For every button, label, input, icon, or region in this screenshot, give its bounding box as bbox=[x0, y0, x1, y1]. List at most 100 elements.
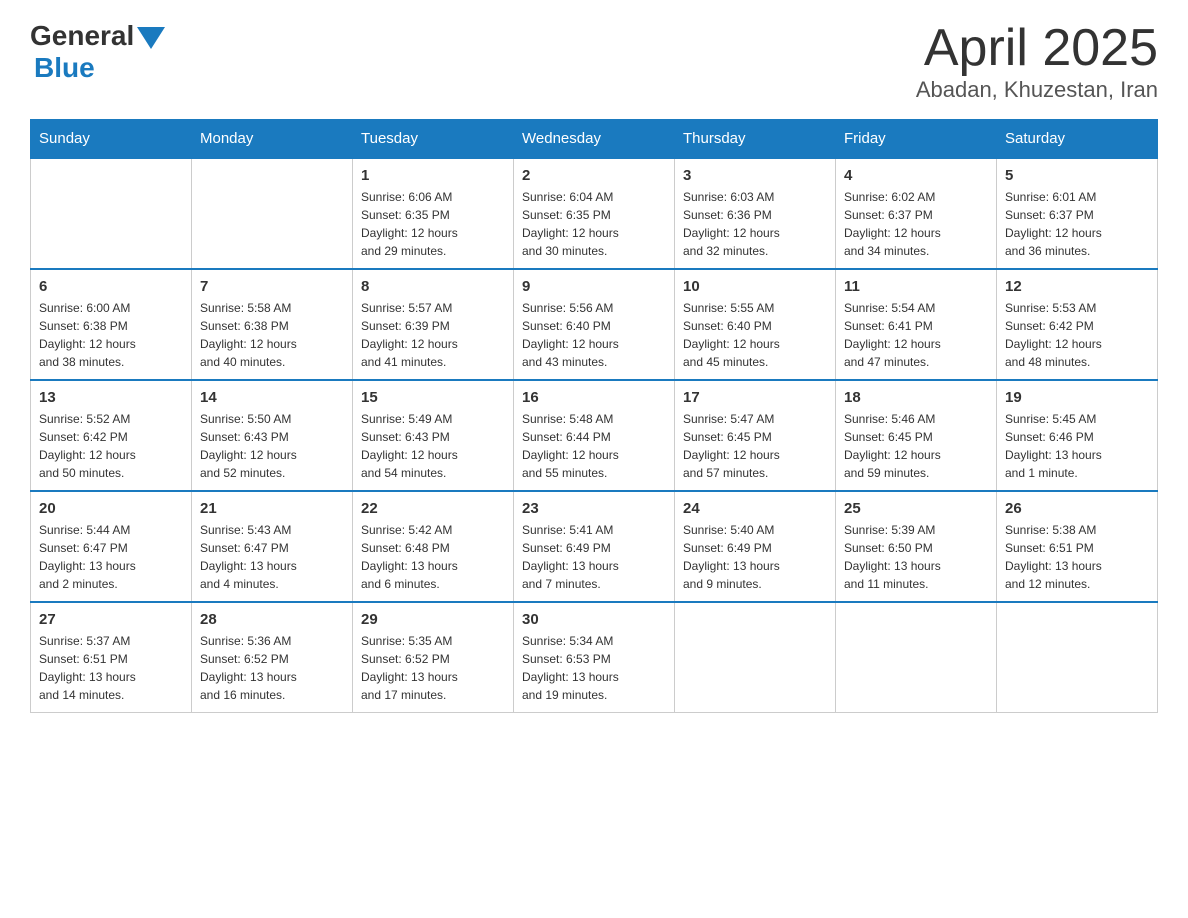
day-number: 1 bbox=[361, 167, 505, 184]
week-row-3: 13 Sunrise: 5:52 AMSunset: 6:42 PMDayligh… bbox=[31, 380, 1158, 491]
col-saturday: Saturday bbox=[997, 120, 1158, 159]
day-number: 16 bbox=[522, 389, 666, 406]
day-number: 15 bbox=[361, 389, 505, 406]
calendar-cell-w3-d1: 13 Sunrise: 5:52 AMSunset: 6:42 PMDayligh… bbox=[31, 380, 192, 491]
calendar-cell-w4-d7: 26Sunrise: 5:38 AMSunset: 6:51 PMDayligh… bbox=[997, 491, 1158, 602]
day-info: Sunrise: 5:40 AMSunset: 6:49 PMDaylight:… bbox=[683, 521, 827, 593]
calendar-cell-w4-d6: 25 Sunrise: 5:39 AMSunset: 6:50 PMDayligh… bbox=[836, 491, 997, 602]
day-info: Sunrise: 5:44 AMSunset: 6:47 PMDaylight:… bbox=[39, 521, 183, 593]
calendar-cell-w1-d7: 5Sunrise: 6:01 AMSunset: 6:37 PMDaylight… bbox=[997, 158, 1158, 269]
day-number: 18 bbox=[844, 389, 988, 406]
day-number: 8 bbox=[361, 278, 505, 295]
day-info: Sunrise: 5:36 AMSunset: 6:52 PMDaylight:… bbox=[200, 632, 344, 704]
calendar-cell-w5-d2: 28 Sunrise: 5:36 AMSunset: 6:52 PMDayligh… bbox=[192, 602, 353, 713]
calendar-cell-w2-d3: 8 Sunrise: 5:57 AMSunset: 6:39 PMDaylight… bbox=[353, 269, 514, 380]
calendar-cell-w1-d4: 2Sunrise: 6:04 AMSunset: 6:35 PMDaylight… bbox=[514, 158, 675, 269]
calendar-cell-w2-d6: 11Sunrise: 5:54 AMSunset: 6:41 PMDayligh… bbox=[836, 269, 997, 380]
logo-triangle-icon bbox=[137, 27, 165, 49]
col-wednesday: Wednesday bbox=[514, 120, 675, 159]
calendar-cell-w3-d2: 14 Sunrise: 5:50 AMSunset: 6:43 PMDayligh… bbox=[192, 380, 353, 491]
day-info: Sunrise: 6:03 AMSunset: 6:36 PMDaylight:… bbox=[683, 188, 827, 260]
day-number: 9 bbox=[522, 278, 666, 295]
calendar-cell-w2-d2: 7 Sunrise: 5:58 AMSunset: 6:38 PMDaylight… bbox=[192, 269, 353, 380]
day-number: 3 bbox=[683, 167, 827, 184]
day-info: Sunrise: 5:58 AMSunset: 6:38 PMDaylight:… bbox=[200, 299, 344, 371]
day-info: Sunrise: 5:50 AMSunset: 6:43 PMDaylight:… bbox=[200, 410, 344, 482]
day-number: 7 bbox=[200, 278, 344, 295]
calendar-cell-w2-d5: 10 Sunrise: 5:55 AMSunset: 6:40 PMDayligh… bbox=[675, 269, 836, 380]
col-tuesday: Tuesday bbox=[353, 120, 514, 159]
calendar-cell-w1-d2 bbox=[192, 158, 353, 269]
day-number: 23 bbox=[522, 500, 666, 517]
calendar-cell-w3-d4: 16Sunrise: 5:48 AMSunset: 6:44 PMDayligh… bbox=[514, 380, 675, 491]
logo: General Blue bbox=[30, 20, 165, 84]
day-number: 25 bbox=[844, 500, 988, 517]
calendar-cell-w3-d3: 15 Sunrise: 5:49 AMSunset: 6:43 PMDayligh… bbox=[353, 380, 514, 491]
calendar-cell-w1-d1 bbox=[31, 158, 192, 269]
day-info: Sunrise: 6:01 AMSunset: 6:37 PMDaylight:… bbox=[1005, 188, 1149, 260]
day-info: Sunrise: 5:52 AMSunset: 6:42 PMDaylight:… bbox=[39, 410, 183, 482]
day-number: 22 bbox=[361, 500, 505, 517]
col-thursday: Thursday bbox=[675, 120, 836, 159]
calendar-cell-w1-d6: 4 Sunrise: 6:02 AMSunset: 6:37 PMDaylight… bbox=[836, 158, 997, 269]
logo-blue-text: Blue bbox=[34, 52, 95, 84]
day-info: Sunrise: 6:04 AMSunset: 6:35 PMDaylight:… bbox=[522, 188, 666, 260]
day-number: 4 bbox=[844, 167, 988, 184]
day-number: 13 bbox=[39, 389, 183, 406]
calendar-header-row: Sunday Monday Tuesday Wednesday Thursday… bbox=[31, 120, 1158, 159]
day-number: 19 bbox=[1005, 389, 1149, 406]
col-monday: Monday bbox=[192, 120, 353, 159]
day-info: Sunrise: 6:00 AMSunset: 6:38 PMDaylight:… bbox=[39, 299, 183, 371]
day-number: 24 bbox=[683, 500, 827, 517]
logo-general-text: General bbox=[30, 20, 134, 52]
day-number: 11 bbox=[844, 278, 988, 295]
day-info: Sunrise: 5:56 AMSunset: 6:40 PMDaylight:… bbox=[522, 299, 666, 371]
day-info: Sunrise: 5:45 AMSunset: 6:46 PMDaylight:… bbox=[1005, 410, 1149, 482]
calendar-cell-w2-d4: 9 Sunrise: 5:56 AMSunset: 6:40 PMDaylight… bbox=[514, 269, 675, 380]
calendar-cell-w5-d3: 29 Sunrise: 5:35 AMSunset: 6:52 PMDayligh… bbox=[353, 602, 514, 713]
day-info: Sunrise: 5:46 AMSunset: 6:45 PMDaylight:… bbox=[844, 410, 988, 482]
day-info: Sunrise: 5:49 AMSunset: 6:43 PMDaylight:… bbox=[361, 410, 505, 482]
day-info: Sunrise: 5:57 AMSunset: 6:39 PMDaylight:… bbox=[361, 299, 505, 371]
day-info: Sunrise: 6:06 AMSunset: 6:35 PMDaylight:… bbox=[361, 188, 505, 260]
day-number: 21 bbox=[200, 500, 344, 517]
page-header: General Blue April 2025 Abadan, Khuzesta… bbox=[30, 20, 1158, 103]
calendar-cell-w5-d6 bbox=[836, 602, 997, 713]
calendar-cell-w4-d2: 21 Sunrise: 5:43 AMSunset: 6:47 PMDayligh… bbox=[192, 491, 353, 602]
calendar-table: Sunday Monday Tuesday Wednesday Thursday… bbox=[30, 119, 1158, 713]
week-row-4: 20 Sunrise: 5:44 AMSunset: 6:47 PMDayligh… bbox=[31, 491, 1158, 602]
day-info: Sunrise: 5:43 AMSunset: 6:47 PMDaylight:… bbox=[200, 521, 344, 593]
calendar-cell-w4-d1: 20 Sunrise: 5:44 AMSunset: 6:47 PMDayligh… bbox=[31, 491, 192, 602]
calendar-cell-w1-d3: 1 Sunrise: 6:06 AMSunset: 6:35 PMDaylight… bbox=[353, 158, 514, 269]
day-number: 29 bbox=[361, 611, 505, 628]
day-info: Sunrise: 6:02 AMSunset: 6:37 PMDaylight:… bbox=[844, 188, 988, 260]
day-info: Sunrise: 5:47 AMSunset: 6:45 PMDaylight:… bbox=[683, 410, 827, 482]
day-info: Sunrise: 5:42 AMSunset: 6:48 PMDaylight:… bbox=[361, 521, 505, 593]
day-number: 20 bbox=[39, 500, 183, 517]
page-subtitle: Abadan, Khuzestan, Iran bbox=[916, 77, 1158, 103]
day-info: Sunrise: 5:34 AMSunset: 6:53 PMDaylight:… bbox=[522, 632, 666, 704]
calendar-cell-w3-d5: 17 Sunrise: 5:47 AMSunset: 6:45 PMDayligh… bbox=[675, 380, 836, 491]
calendar-cell-w5-d4: 30 Sunrise: 5:34 AMSunset: 6:53 PMDayligh… bbox=[514, 602, 675, 713]
col-sunday: Sunday bbox=[31, 120, 192, 159]
week-row-5: 27Sunrise: 5:37 AMSunset: 6:51 PMDayligh… bbox=[31, 602, 1158, 713]
day-info: Sunrise: 5:37 AMSunset: 6:51 PMDaylight:… bbox=[39, 632, 183, 704]
day-number: 14 bbox=[200, 389, 344, 406]
day-number: 26 bbox=[1005, 500, 1149, 517]
calendar-cell-w1-d5: 3 Sunrise: 6:03 AMSunset: 6:36 PMDaylight… bbox=[675, 158, 836, 269]
calendar-cell-w3-d6: 18 Sunrise: 5:46 AMSunset: 6:45 PMDayligh… bbox=[836, 380, 997, 491]
day-info: Sunrise: 5:55 AMSunset: 6:40 PMDaylight:… bbox=[683, 299, 827, 371]
calendar-cell-w4-d3: 22 Sunrise: 5:42 AMSunset: 6:48 PMDayligh… bbox=[353, 491, 514, 602]
day-number: 17 bbox=[683, 389, 827, 406]
calendar-cell-w4-d5: 24 Sunrise: 5:40 AMSunset: 6:49 PMDayligh… bbox=[675, 491, 836, 602]
day-info: Sunrise: 5:39 AMSunset: 6:50 PMDaylight:… bbox=[844, 521, 988, 593]
calendar-cell-w5-d5 bbox=[675, 602, 836, 713]
day-number: 30 bbox=[522, 611, 666, 628]
day-info: Sunrise: 5:35 AMSunset: 6:52 PMDaylight:… bbox=[361, 632, 505, 704]
title-block: April 2025 Abadan, Khuzestan, Iran bbox=[916, 20, 1158, 103]
calendar-cell-w3-d7: 19 Sunrise: 5:45 AMSunset: 6:46 PMDayligh… bbox=[997, 380, 1158, 491]
calendar-cell-w2-d7: 12Sunrise: 5:53 AMSunset: 6:42 PMDayligh… bbox=[997, 269, 1158, 380]
day-number: 12 bbox=[1005, 278, 1149, 295]
day-number: 10 bbox=[683, 278, 827, 295]
day-number: 28 bbox=[200, 611, 344, 628]
